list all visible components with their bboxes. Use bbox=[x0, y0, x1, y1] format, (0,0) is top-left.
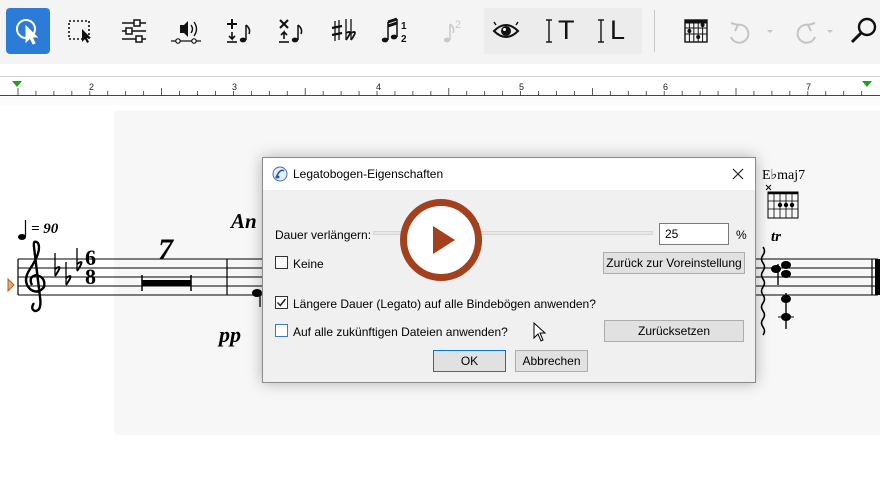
simple-entry-button[interactable] bbox=[216, 8, 260, 54]
mixer-button[interactable] bbox=[112, 8, 156, 54]
marquee-select-icon bbox=[68, 20, 91, 43]
video-play-button[interactable] bbox=[400, 199, 482, 281]
redo-button[interactable] bbox=[782, 8, 834, 54]
text-tool-button[interactable]: T bbox=[536, 8, 580, 54]
ruler-mark: 6 bbox=[663, 82, 669, 92]
expression-text[interactable]: An bbox=[231, 209, 257, 234]
close-icon bbox=[732, 168, 744, 180]
dialog-close-button[interactable] bbox=[727, 163, 749, 185]
chord-grid-icon bbox=[684, 19, 708, 43]
lyrics-tool-button[interactable]: L bbox=[588, 8, 632, 54]
undo-icon bbox=[730, 22, 773, 44]
add-note-icon bbox=[227, 19, 251, 43]
view-button[interactable] bbox=[484, 8, 528, 54]
dynamic-marking[interactable]: pp bbox=[219, 322, 241, 348]
trill-marking[interactable]: tr bbox=[771, 229, 781, 246]
play-icon bbox=[433, 226, 455, 254]
extend-duration-label: Dauer verlängern: bbox=[275, 228, 372, 242]
chord-diagram-icon bbox=[765, 184, 799, 219]
ruler-mark: 5 bbox=[519, 82, 525, 92]
tuplet-two-button[interactable]: 2 bbox=[430, 8, 474, 54]
svg-text:1: 1 bbox=[401, 21, 407, 32]
staff-handle-icon[interactable] bbox=[7, 277, 15, 293]
percent-unit: % bbox=[736, 228, 747, 242]
svg-text:2: 2 bbox=[401, 34, 407, 45]
extend-duration-input[interactable] bbox=[659, 223, 729, 245]
marquee-select-button[interactable] bbox=[58, 8, 102, 54]
text-tool-label: T bbox=[558, 15, 575, 45]
ruler-margin-marker-left[interactable] bbox=[12, 81, 22, 87]
sharp-flat-icon bbox=[331, 19, 356, 41]
lyrics-tool-label: L bbox=[610, 15, 626, 45]
sliders-icon bbox=[122, 19, 146, 43]
tuplet-two-icon: 2 bbox=[443, 19, 461, 43]
simple-entry-delete-button[interactable] bbox=[268, 8, 312, 54]
apply-future-label[interactable]: Auf alle zukünftigen Dateien anwenden? bbox=[293, 325, 508, 339]
app-logo-icon bbox=[272, 166, 288, 182]
arpeggio-icon bbox=[760, 246, 766, 336]
multirest-count[interactable]: 7 bbox=[158, 233, 173, 267]
cursor-icon bbox=[16, 19, 39, 45]
toolbar-divider bbox=[654, 10, 655, 52]
barline-final-thick bbox=[875, 259, 880, 295]
reset-default-button[interactable]: Zurück zur Voreinstellung bbox=[603, 252, 745, 274]
eye-icon bbox=[492, 21, 520, 38]
chord-tool-button[interactable] bbox=[674, 8, 718, 54]
checkmark-icon bbox=[276, 298, 287, 307]
ruler-ticks bbox=[12, 81, 872, 96]
tempo-marking[interactable]: = 90 bbox=[31, 221, 58, 238]
time-signature-bottom[interactable]: 8 bbox=[85, 266, 96, 288]
ruler-mark: 4 bbox=[376, 82, 382, 92]
horizontal-ruler[interactable]: 2 3 4 5 6 7 bbox=[0, 76, 880, 96]
cancel-button[interactable]: Abbrechen bbox=[515, 350, 588, 372]
accidentals-button[interactable] bbox=[322, 8, 366, 54]
redo-icon bbox=[796, 22, 833, 44]
apply-future-checkbox[interactable] bbox=[275, 324, 288, 337]
playback-button[interactable] bbox=[164, 8, 208, 54]
select-tool-button[interactable] bbox=[6, 8, 50, 54]
search-icon bbox=[850, 17, 877, 44]
chord-symbol[interactable]: E♭maj7 bbox=[762, 167, 805, 184]
none-label[interactable]: Keine bbox=[293, 257, 324, 271]
dialog-title: Legatobogen-Eigenschaften bbox=[293, 167, 444, 181]
dialog-titlebar[interactable]: Legatobogen-Eigenschaften bbox=[263, 158, 755, 190]
speaker-icon bbox=[171, 21, 201, 44]
ruler-margin-marker-right[interactable] bbox=[862, 81, 872, 87]
ruler-mark: 2 bbox=[89, 82, 95, 92]
none-checkbox[interactable] bbox=[275, 256, 288, 269]
ok-button[interactable]: OK bbox=[433, 350, 506, 372]
search-button[interactable] bbox=[846, 8, 880, 54]
tuplets-button[interactable]: 1 2 bbox=[374, 8, 418, 54]
treble-clef-icon bbox=[24, 240, 46, 313]
apply-all-checkbox[interactable] bbox=[275, 296, 288, 309]
ruler-mark: 7 bbox=[806, 82, 812, 92]
apply-all-label[interactable]: Längere Dauer (Legato) auf alle Bindebög… bbox=[293, 297, 596, 311]
mouse-cursor-icon bbox=[533, 322, 547, 342]
tempo-note-icon bbox=[18, 220, 27, 240]
undo-button[interactable] bbox=[722, 8, 774, 54]
tuplet-icon: 1 2 bbox=[381, 17, 407, 45]
reset-button[interactable]: Zurücksetzen bbox=[604, 320, 744, 342]
key-signature-flats bbox=[54, 248, 83, 286]
main-toolbar: 1 2 2 T L bbox=[0, 0, 880, 64]
ruler-mark: 3 bbox=[232, 82, 238, 92]
svg-text:2: 2 bbox=[455, 19, 461, 31]
app-window: 1 2 2 T L 2 3 4 5 6 7 = 90 6 8 7 An pp E… bbox=[0, 0, 880, 480]
slur-properties-dialog: Legatobogen-Eigenschaften Dauer verlänge… bbox=[262, 157, 756, 383]
delete-note-icon bbox=[279, 19, 303, 43]
